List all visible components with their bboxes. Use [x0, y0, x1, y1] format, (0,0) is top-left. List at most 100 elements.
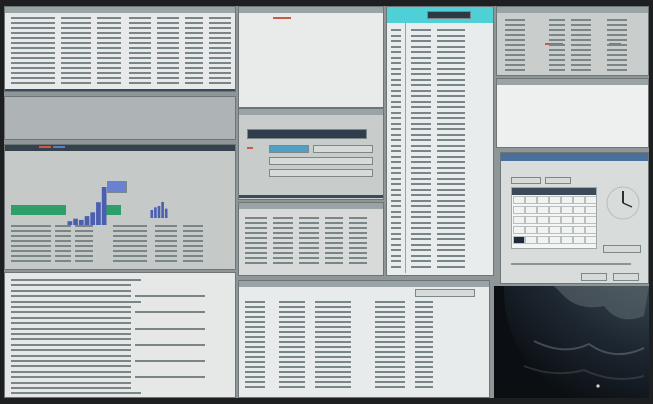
table-cell — [437, 155, 465, 158]
calendar-day[interactable] — [549, 216, 561, 224]
option-button[interactable] — [269, 145, 309, 153]
window-titlebar[interactable] — [5, 7, 235, 13]
status-button[interactable] — [107, 181, 127, 193]
window-titlebar[interactable] — [497, 7, 648, 13]
table-cell — [299, 237, 319, 239]
datetime-dialog[interactable] — [500, 152, 649, 284]
calendar-day[interactable] — [537, 206, 549, 214]
calendar-day[interactable] — [525, 206, 537, 214]
calendar-day[interactable] — [585, 206, 596, 214]
calendar-day[interactable] — [513, 196, 525, 204]
data-table-window[interactable] — [4, 6, 236, 92]
table-cell — [55, 260, 71, 262]
calendar-day[interactable] — [513, 226, 525, 234]
tall-list-window[interactable] — [386, 6, 494, 276]
calendar-day[interactable] — [525, 226, 537, 234]
table-cell — [185, 47, 203, 49]
calendar-day[interactable] — [573, 206, 585, 214]
table-cell — [437, 122, 465, 125]
month-select[interactable] — [511, 177, 541, 184]
window-titlebar[interactable] — [239, 281, 489, 287]
notes-window[interactable] — [238, 6, 384, 108]
table-cell — [61, 57, 91, 59]
table-cell — [245, 381, 265, 383]
table-cell — [349, 227, 367, 229]
table-cell — [157, 72, 179, 74]
option-button[interactable] — [313, 145, 373, 153]
calendar-day[interactable] — [513, 236, 525, 244]
table-cell — [571, 39, 591, 41]
calendar-day[interactable] — [561, 206, 573, 214]
table-cell — [415, 301, 433, 303]
calendar-day[interactable] — [573, 236, 585, 244]
table-cell — [183, 230, 203, 232]
window-titlebar[interactable] — [239, 203, 383, 209]
ok-button[interactable] — [581, 273, 607, 281]
table-cell — [185, 77, 203, 79]
calendar-grid[interactable] — [511, 187, 597, 249]
calendar-day[interactable] — [573, 226, 585, 234]
calendar-day[interactable] — [573, 216, 585, 224]
title-field[interactable] — [427, 11, 471, 19]
calendar-day[interactable] — [537, 196, 549, 204]
calendar-day[interactable] — [585, 216, 596, 224]
table-cell — [61, 47, 91, 49]
table-cell — [549, 49, 565, 51]
log-window[interactable] — [4, 272, 236, 398]
table-cell — [437, 205, 465, 207]
top-right-window[interactable] — [496, 6, 649, 76]
window-titlebar[interactable] — [239, 7, 383, 13]
calendar-day[interactable] — [525, 216, 537, 224]
calendar-day[interactable] — [525, 196, 537, 204]
calendar-day[interactable] — [561, 226, 573, 234]
calendar-day[interactable] — [549, 226, 561, 234]
calendar-day[interactable] — [561, 196, 573, 204]
table-cell — [437, 221, 465, 224]
summary-table-window[interactable] — [238, 202, 384, 276]
monitor-bezel — [0, 0, 653, 404]
table-cell — [11, 42, 55, 44]
window-titlebar[interactable] — [239, 109, 383, 115]
table-cell — [129, 62, 151, 64]
monitoring-panel[interactable] — [4, 144, 236, 270]
table-cell — [437, 260, 465, 262]
calendar-day[interactable] — [573, 196, 585, 204]
time-field[interactable] — [603, 245, 641, 253]
option-button[interactable] — [269, 157, 373, 165]
table-cell — [11, 289, 131, 292]
dialog-titlebar[interactable] — [501, 153, 648, 161]
calendar-day[interactable] — [561, 236, 573, 244]
calendar-day[interactable] — [585, 236, 596, 244]
calendar-day[interactable] — [513, 216, 525, 224]
calendar-day[interactable] — [525, 236, 537, 244]
globe-map[interactable] — [494, 286, 649, 398]
table-cell — [245, 222, 267, 224]
window-titlebar[interactable] — [497, 79, 648, 85]
cancel-button[interactable] — [613, 273, 639, 281]
option-button[interactable] — [269, 169, 373, 177]
calendar-day[interactable] — [549, 196, 561, 204]
histogram-bar — [96, 202, 101, 225]
bottom-list-window[interactable] — [238, 280, 490, 398]
right-notes-window[interactable] — [496, 78, 649, 148]
table-cell — [391, 45, 401, 48]
calendar-day[interactable] — [537, 226, 549, 234]
calendar-day[interactable] — [513, 206, 525, 214]
calendar-day[interactable] — [585, 196, 596, 204]
table-cell — [411, 95, 431, 97]
table-cell — [97, 27, 121, 29]
histogram-bar — [90, 212, 96, 225]
search-field[interactable] — [415, 289, 475, 297]
year-stepper[interactable] — [545, 177, 571, 184]
calendar-day[interactable] — [549, 236, 561, 244]
calendar-day[interactable] — [561, 216, 573, 224]
toolbar-segment[interactable] — [247, 129, 367, 139]
calendar-day[interactable] — [585, 226, 596, 234]
table-cell — [61, 67, 91, 69]
calendar-day[interactable] — [549, 206, 561, 214]
calendar-day[interactable] — [537, 216, 549, 224]
calendar-day[interactable] — [537, 236, 549, 244]
control-window[interactable] — [238, 108, 384, 200]
table-cell — [437, 254, 465, 257]
table-cell — [349, 232, 367, 234]
